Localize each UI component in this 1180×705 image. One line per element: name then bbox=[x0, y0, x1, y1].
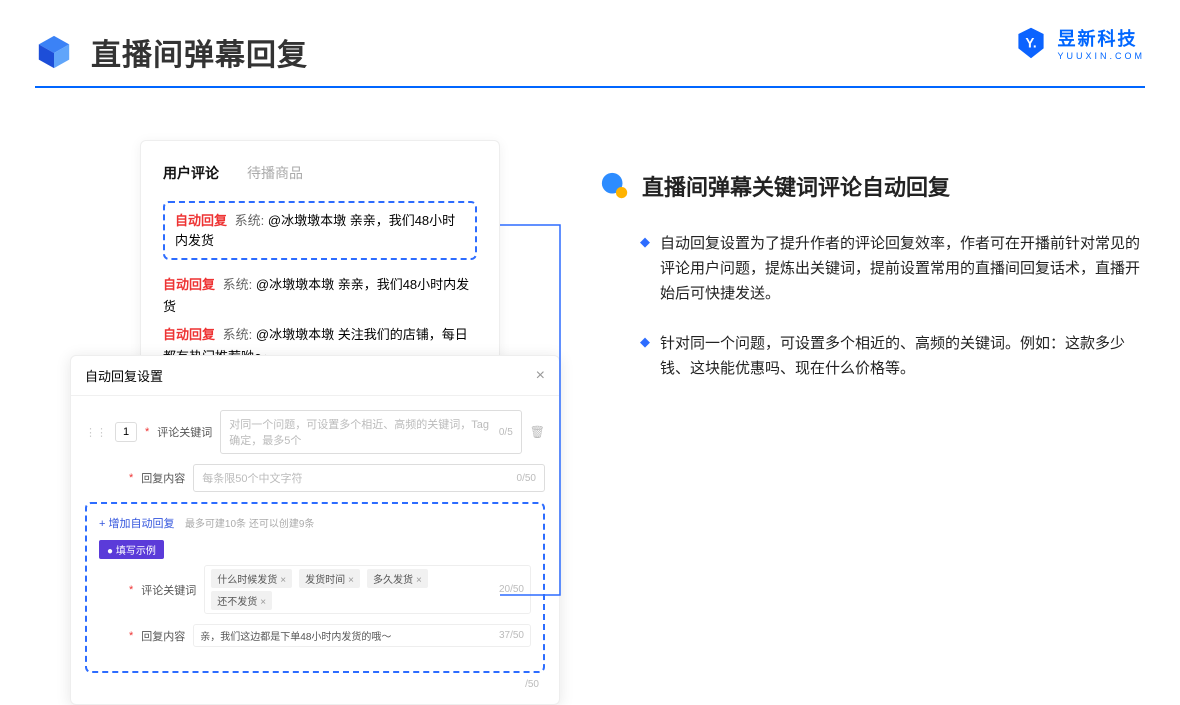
keyword-input[interactable]: 对同一个问题，可设置多个相近、高频的关键词，Tag确定，最多5个 0/5 bbox=[220, 410, 521, 454]
example-keyword-input[interactable]: 什么时候发货发货时间多久发货还不发货 20/50 bbox=[204, 565, 531, 614]
delete-icon[interactable]: 🗑 bbox=[530, 425, 545, 439]
tab-user-comments[interactable]: 用户评论 bbox=[163, 163, 219, 183]
auto-reply-settings-panel: 自动回复设置 × ⋮⋮ 1 * 评论关键词 对同一个问题，可设置多个相近、高频的… bbox=[70, 355, 560, 705]
tail-count: /50 bbox=[85, 679, 545, 690]
bullet-2: ◆ 针对同一个问题，可设置多个相近的、高频的关键词。例如：这款多少钱、这块能优惠… bbox=[600, 332, 1140, 382]
brand-logo-icon: Y. bbox=[1013, 25, 1049, 61]
diamond-icon: ◆ bbox=[640, 334, 650, 382]
diamond-icon: ◆ bbox=[640, 234, 650, 306]
section-title: 直播间弹幕关键词评论自动回复 bbox=[642, 170, 950, 202]
reply-input[interactable]: 每条限50个中文字符 0/50 bbox=[193, 464, 545, 492]
brand-name: 昱新科技 bbox=[1057, 25, 1145, 51]
index-box: 1 bbox=[115, 422, 137, 442]
keyword-tag[interactable]: 什么时候发货 bbox=[211, 569, 292, 588]
drag-handle-icon[interactable]: ⋮⋮ bbox=[85, 426, 107, 439]
header-divider bbox=[35, 86, 1145, 88]
comment-row: 自动回复 系统: @冰墩墩本墩 亲亲，我们48小时内发货 bbox=[163, 274, 477, 318]
example-reply-input[interactable]: 亲，我们这边都是下单48小时内发货的哦～ 37/50 bbox=[193, 624, 531, 647]
brand-sub: YUUXIN.COM bbox=[1057, 51, 1145, 61]
required-mark: * bbox=[145, 426, 149, 438]
add-auto-reply-link[interactable]: + 增加自动回复 bbox=[99, 518, 174, 530]
page-title: 直播间弹幕回复 bbox=[91, 30, 308, 74]
settings-title: 自动回复设置 bbox=[85, 366, 163, 385]
example-pill: ● 填写示例 bbox=[99, 540, 164, 559]
keyword-label: 评论关键词 bbox=[157, 424, 212, 440]
brand: Y. 昱新科技 YUUXIN.COM bbox=[1013, 25, 1145, 61]
keyword-tag[interactable]: 还不发货 bbox=[211, 591, 272, 610]
keyword-tag[interactable]: 发货时间 bbox=[299, 569, 360, 588]
add-note: 最多可建10条 还可以创建9条 bbox=[185, 519, 314, 530]
keyword-tag[interactable]: 多久发货 bbox=[367, 569, 428, 588]
tab-pending-goods[interactable]: 待播商品 bbox=[247, 163, 303, 183]
chat-bubble-icon bbox=[600, 171, 630, 201]
highlighted-comment: 自动回复 系统: @冰墩墩本墩 亲亲，我们48小时内发货 bbox=[163, 201, 477, 260]
system-label: 系统: bbox=[235, 213, 265, 228]
reply-label: 回复内容 bbox=[141, 470, 185, 486]
svg-text:Y.: Y. bbox=[1026, 36, 1037, 51]
auto-reply-badge: 自动回复 bbox=[175, 213, 227, 228]
example-block: + 增加自动回复 最多可建10条 还可以创建9条 ● 填写示例 * 评论关键词 … bbox=[85, 502, 545, 673]
close-icon[interactable]: × bbox=[536, 367, 545, 385]
cube-icon bbox=[35, 33, 73, 71]
bullet-1: ◆ 自动回复设置为了提升作者的评论回复效率，作者可在开播前针对常见的评论用户问题… bbox=[600, 232, 1140, 306]
